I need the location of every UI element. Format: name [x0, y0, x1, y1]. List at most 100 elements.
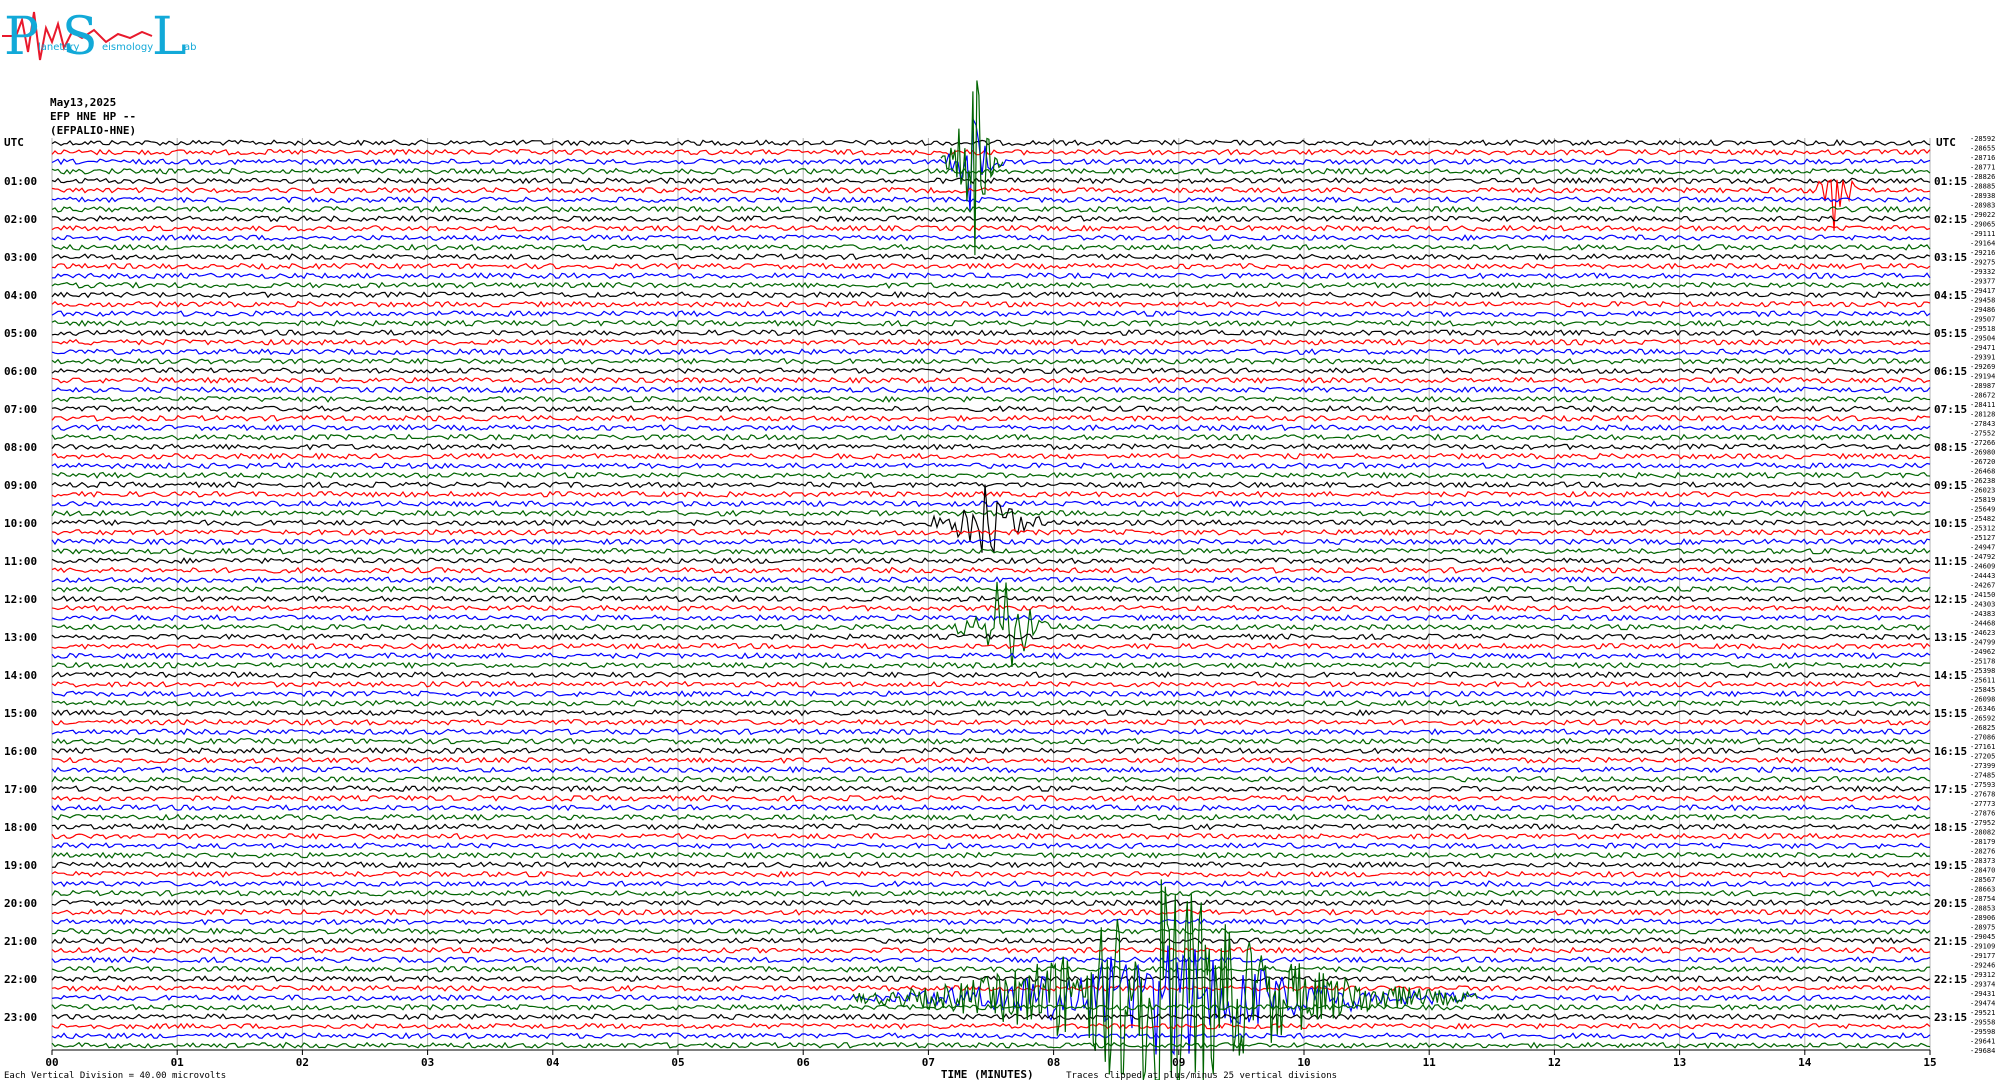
trace-offset-label-8: -29022 [1970, 211, 1995, 219]
trace-69 [51, 794, 1931, 802]
trace-41 [51, 528, 1931, 536]
x-tick-label-00: 00 [45, 1056, 58, 1069]
trace-85 [51, 946, 1931, 954]
trace-13 [51, 262, 1931, 270]
trace-offset-label-73: -28082 [1970, 829, 1995, 837]
trace-offset-label-35: -26468 [1970, 468, 1995, 476]
trace-offset-label-18: -29486 [1970, 306, 1995, 314]
trace-offset-label-77: -28470 [1970, 867, 1995, 875]
trace-offset-label-38: -25819 [1970, 496, 1995, 504]
trace-89 [51, 984, 1931, 992]
trace-16 [51, 291, 1931, 299]
right-hour-label-9: 10:15 [1934, 517, 1967, 530]
trace-offset-label-93: -29558 [1970, 1019, 1995, 1027]
trace-12 [51, 253, 1931, 261]
trace-offset-label-28: -28411 [1970, 401, 1995, 409]
trace-offset-label-95: -29641 [1970, 1038, 1995, 1046]
trace-58 [51, 690, 1931, 698]
trace-offset-label-25: -29194 [1970, 373, 1995, 381]
trace-66 [51, 766, 1931, 774]
trace-5 [51, 179, 1931, 231]
trace-offset-label-83: -28975 [1970, 924, 1995, 932]
trace-86 [51, 956, 1931, 964]
trace-38 [51, 500, 1930, 508]
trace-offset-label-2: -28716 [1970, 154, 1995, 162]
trace-46 [51, 576, 1931, 584]
trace-30 [51, 424, 1931, 432]
trace-59 [51, 699, 1931, 707]
right-hour-label-4: 05:15 [1934, 327, 1967, 340]
trace-offset-label-88: -29312 [1970, 971, 1995, 979]
trace-84 [51, 937, 1931, 945]
x-tick-label-08: 08 [1047, 1056, 1060, 1069]
trace-offset-label-55: -25178 [1970, 658, 1995, 666]
trace-offset-label-76: -28373 [1970, 857, 1995, 865]
trace-offset-label-17: -29458 [1970, 297, 1995, 305]
helicorder-chart: UTC UTC 01:00 02:00 03:00 04:00 05:00 06:00 07:0… [4, 80, 1995, 1080]
x-tick-label-04: 04 [546, 1056, 560, 1069]
trace-offset-label-62: -26825 [1970, 724, 1995, 732]
trace-0 [51, 139, 1931, 147]
trace-80 [51, 899, 1931, 907]
trace-60 [51, 709, 1931, 717]
trace-21 [51, 338, 1931, 347]
trace-49 [51, 604, 1931, 612]
trace-53 [51, 642, 1931, 650]
trace-offset-label-66: -27399 [1970, 762, 1995, 770]
trace-offset-label-21: -29504 [1970, 335, 1995, 343]
right-hour-label-0: 01:15 [1934, 175, 1967, 188]
trace-offset-label-41: -25312 [1970, 525, 1995, 533]
trace-9 [51, 224, 1931, 232]
trace-39 [51, 509, 1931, 517]
trace-83 [51, 927, 1931, 935]
trace-offset-label-79: -28663 [1970, 886, 1995, 894]
trace-offset-label-78: -28567 [1970, 876, 1995, 884]
trace-95 [51, 1041, 1931, 1050]
trace-offset-label-57: -25611 [1970, 677, 1995, 685]
right-hour-label-7: 08:15 [1934, 441, 1967, 454]
x-tick-label-12: 12 [1548, 1056, 1561, 1069]
trace-offset-label-22: -29471 [1970, 344, 1995, 352]
trace-offset-label-65: -27205 [1970, 753, 1995, 761]
left-hour-label-19: 20:00 [4, 897, 37, 910]
trace-offset-label-10: -29111 [1970, 230, 1995, 238]
trace-43 [51, 547, 1931, 555]
trace-offset-label-0: -28592 [1970, 135, 1995, 143]
trace-offset-label-44: -24792 [1970, 553, 1995, 561]
trace-87 [51, 965, 1931, 973]
trace-offset-label-42: -25127 [1970, 534, 1995, 542]
trace-offset-label-85: -29109 [1970, 943, 1995, 951]
trace-64 [51, 747, 1931, 755]
trace-offset-label-34: -26720 [1970, 458, 1995, 466]
trace-82 [51, 918, 1931, 926]
left-hour-label-7: 08:00 [4, 441, 37, 454]
trace-offset-label-33: -26980 [1970, 449, 1995, 457]
trace-68 [51, 785, 1931, 793]
trace-10 [51, 234, 1931, 242]
x-tick-label-14: 14 [1798, 1056, 1812, 1069]
trace-72 [51, 823, 1931, 831]
left-hour-label-20: 21:00 [4, 935, 37, 948]
trace-20 [51, 329, 1931, 337]
clip-note: Traces clipped at plus/minus 25 vertical… [1066, 1071, 1337, 1080]
trace-offset-label-27: -28672 [1970, 392, 1995, 400]
trace-offset-label-39: -25649 [1970, 506, 1995, 514]
trace-offset-label-13: -29275 [1970, 259, 1995, 267]
right-hour-label-18: 19:15 [1934, 859, 1967, 872]
trace-offset-label-92: -29521 [1970, 1009, 1995, 1017]
trace-offset-label-71: -27876 [1970, 810, 1995, 818]
trace-27 [51, 395, 1931, 403]
left-hour-label-8: 09:00 [4, 479, 37, 492]
trace-offset-label-74: -28179 [1970, 838, 1995, 846]
left-hour-label-10: 11:00 [4, 555, 37, 568]
trace-52 [51, 633, 1931, 641]
trace-offset-label-36: -26238 [1970, 477, 1995, 485]
trace-offset-label-15: -29377 [1970, 278, 1995, 286]
right-hour-label-15: 16:15 [1934, 745, 1967, 758]
trace-offset-label-4: -28826 [1970, 173, 1995, 181]
trace-offset-label-45: -24609 [1970, 563, 1995, 571]
trace-offset-label-14: -29332 [1970, 268, 1995, 276]
trace-offset-label-20: -29518 [1970, 325, 1995, 333]
right-hour-label-20: 21:15 [1934, 935, 1967, 948]
trace-71 [51, 813, 1931, 822]
